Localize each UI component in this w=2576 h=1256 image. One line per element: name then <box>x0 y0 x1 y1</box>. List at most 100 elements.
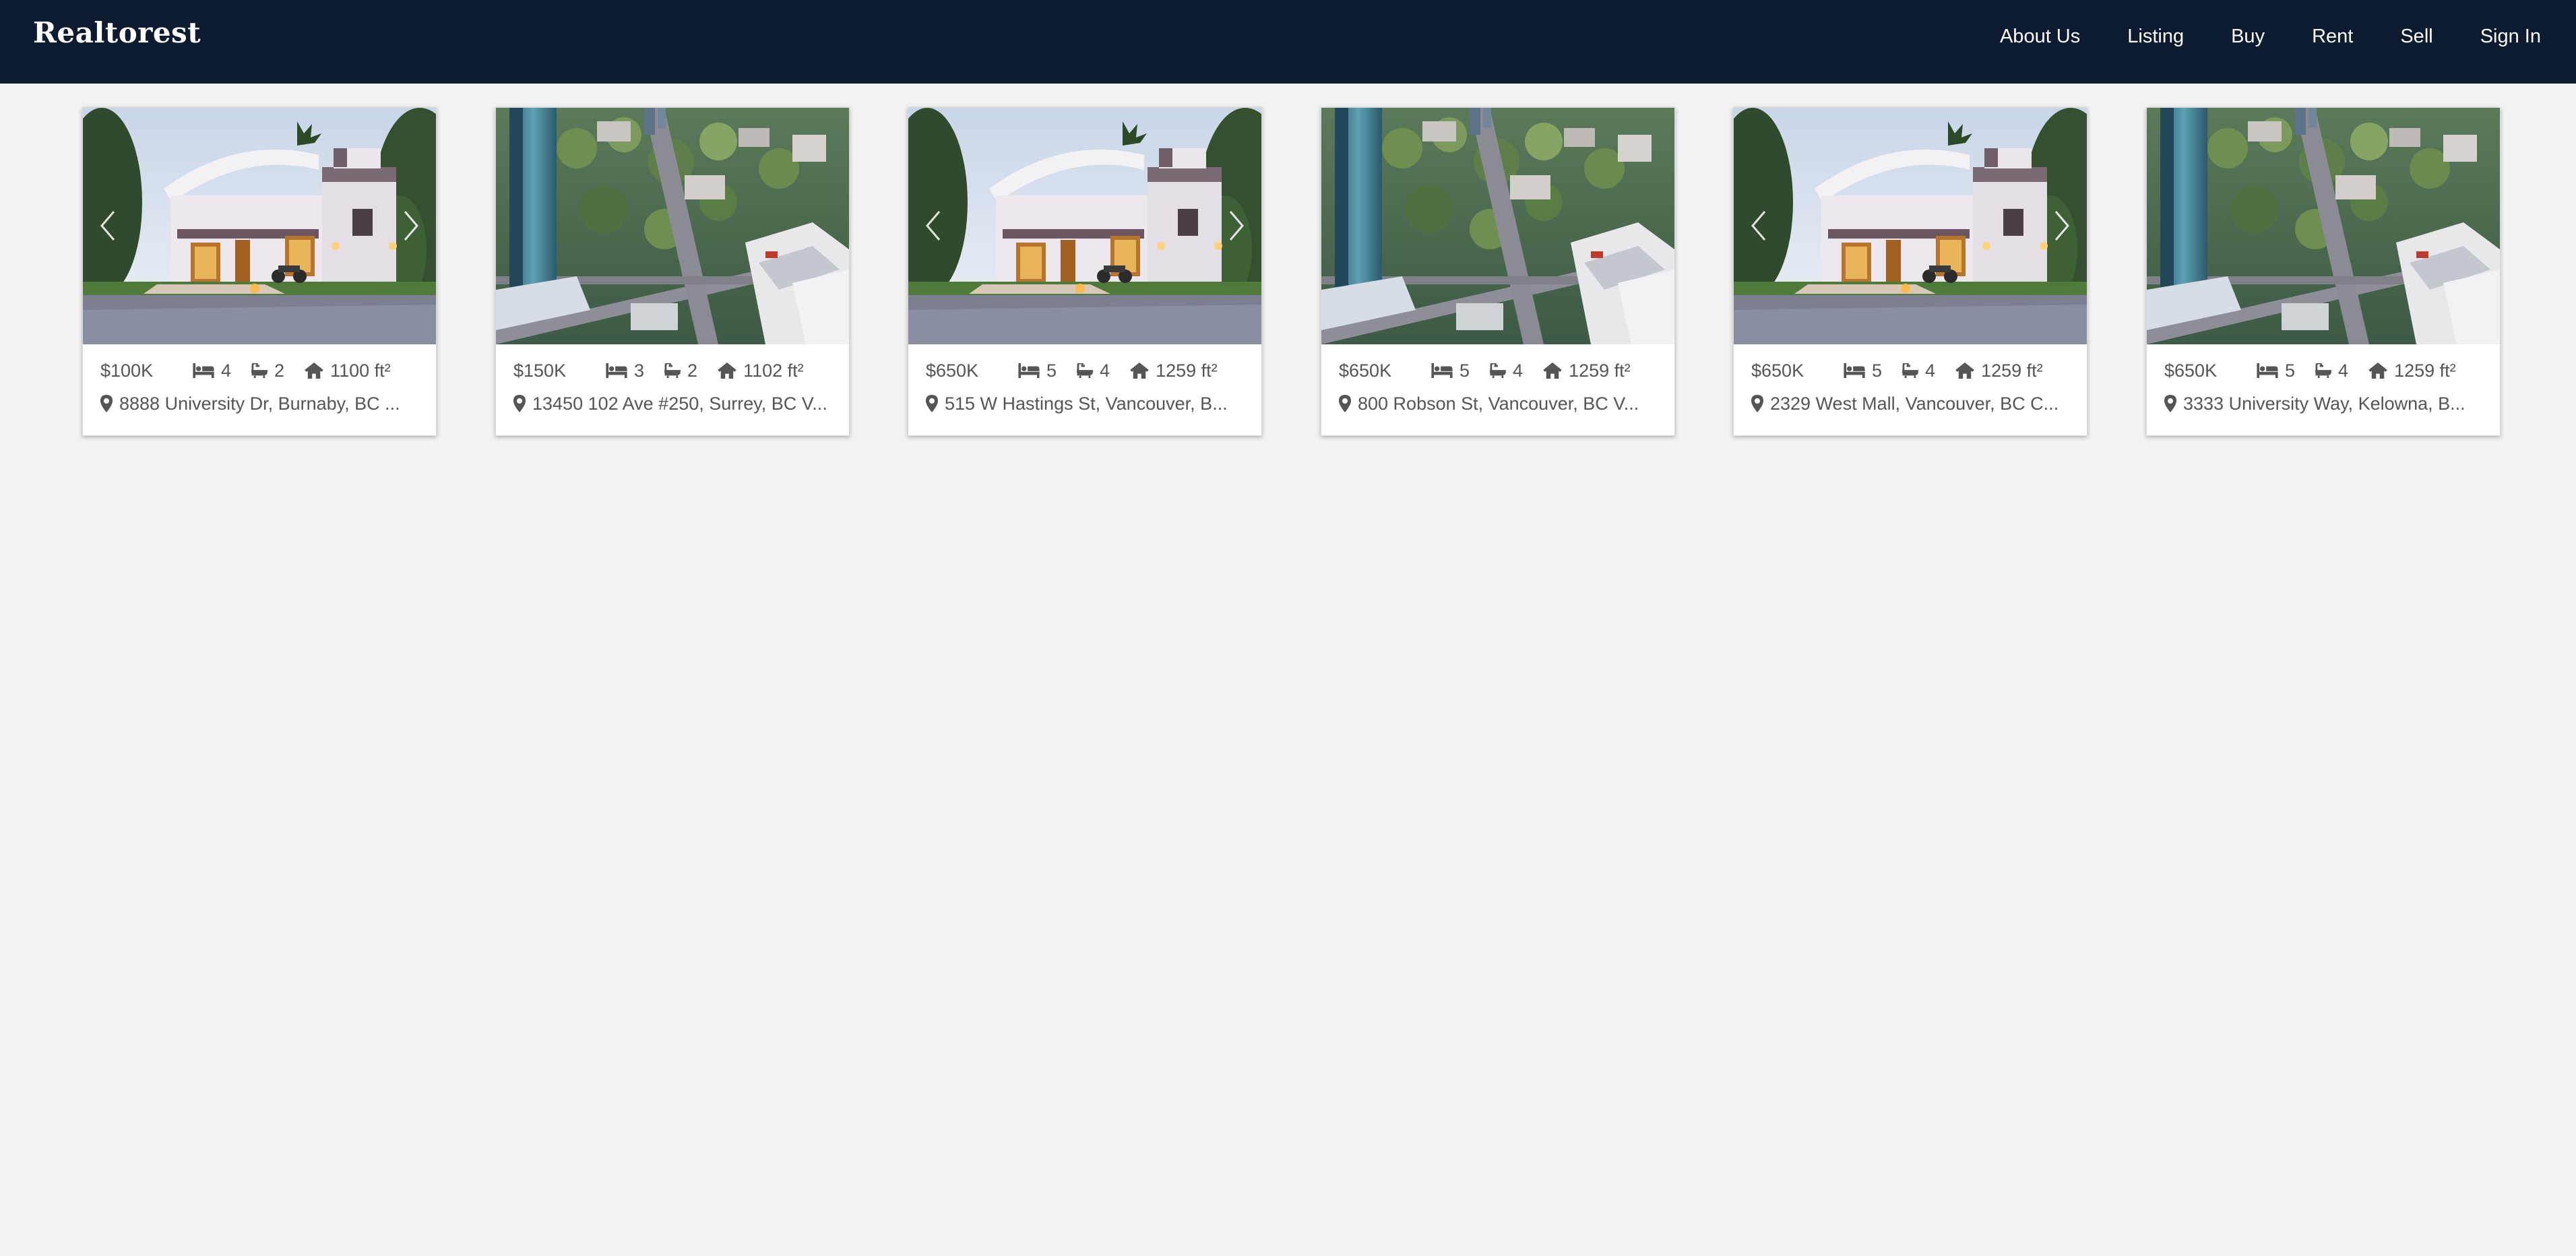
listing-photo[interactable] <box>496 108 849 344</box>
listing-address: 800 Robson St, Vancouver, BC V... <box>1339 391 1662 416</box>
listing-baths: 4 <box>2315 360 2348 381</box>
listing-stats: $650K 5 4 1259 ft² <box>926 358 1249 383</box>
main-nav: About Us Listing Buy Rent Sell Sign In <box>2000 26 2541 48</box>
nav-rent[interactable]: Rent <box>2312 26 2353 48</box>
map-marker-icon <box>513 395 526 412</box>
beds-count: 5 <box>1046 360 1057 381</box>
nav-about-us[interactable]: About Us <box>2000 26 2080 48</box>
home-icon <box>1130 363 1149 379</box>
nav-sell[interactable]: Sell <box>2400 26 2432 48</box>
chevron-right-icon[interactable] <box>397 209 424 243</box>
listing-baths: 4 <box>1077 360 1110 381</box>
bed-icon <box>1844 363 1865 378</box>
bath-icon <box>664 363 681 378</box>
listing-price: $650K <box>2164 360 2218 381</box>
listing-price: $650K <box>1339 360 1392 381</box>
listing-photo[interactable] <box>83 108 436 344</box>
chevron-left-icon[interactable] <box>920 209 947 243</box>
listing-beds: 5 <box>1431 360 1470 381</box>
address-text: 8888 University Dr, Burnaby, BC ... <box>119 393 400 414</box>
listing-beds: 4 <box>193 360 231 381</box>
chevron-right-icon[interactable] <box>2048 209 2075 243</box>
home-icon <box>718 363 736 379</box>
chevron-right-icon[interactable] <box>1222 209 1249 243</box>
listing-price: $150K <box>513 360 567 381</box>
listing-beds: 5 <box>2257 360 2295 381</box>
area-value: 1259 ft² <box>2394 360 2456 381</box>
bath-icon <box>1902 363 1918 378</box>
bath-icon <box>2315 363 2331 378</box>
listing-photo[interactable] <box>1321 108 1674 344</box>
listing-address: 2329 West Mall, Vancouver, BC C... <box>1751 391 2075 416</box>
listing-baths: 2 <box>251 360 284 381</box>
bed-icon <box>193 363 214 378</box>
listing-grid: $100K 4 2 1100 ft² 8888 University Dr, B… <box>0 107 2576 437</box>
listing-stats: $150K 3 2 1102 ft² <box>513 358 837 383</box>
listing-stats: $100K 4 2 1100 ft² <box>100 358 424 383</box>
listing-beds: 3 <box>606 360 644 381</box>
map-marker-icon <box>1339 395 1351 412</box>
bed-icon <box>1018 363 1040 378</box>
area-value: 1259 ft² <box>1981 360 2043 381</box>
home-icon <box>1543 363 1562 379</box>
baths-count: 4 <box>1513 360 1523 381</box>
listing-address: 8888 University Dr, Burnaby, BC ... <box>100 391 424 416</box>
listing-area: 1259 ft² <box>1955 360 2043 381</box>
address-text: 3333 University Way, Kelowna, B... <box>2183 393 2465 414</box>
address-text: 800 Robson St, Vancouver, BC V... <box>1358 393 1639 414</box>
listing-stats: $650K 5 4 1259 ft² <box>1339 358 1662 383</box>
chevron-left-icon[interactable] <box>95 209 122 243</box>
bed-icon <box>1431 363 1453 378</box>
listing-price: $650K <box>926 360 979 381</box>
beds-count: 3 <box>634 360 645 381</box>
bath-icon <box>1490 363 1506 378</box>
bed-icon <box>606 363 627 378</box>
listing-area: 1102 ft² <box>718 360 804 381</box>
baths-count: 4 <box>1925 360 1936 381</box>
area-value: 1259 ft² <box>1156 360 1218 381</box>
address-text: 13450 102 Ave #250, Surrey, BC V... <box>532 393 827 414</box>
listing-baths: 4 <box>1902 360 1935 381</box>
listing-area: 1100 ft² <box>305 360 391 381</box>
listing-area: 1259 ft² <box>2368 360 2456 381</box>
map-marker-icon <box>926 395 938 412</box>
area-value: 1102 ft² <box>743 360 804 381</box>
listing-card[interactable]: $100K 4 2 1100 ft² 8888 University Dr, B… <box>82 107 437 436</box>
listing-card[interactable]: $650K 5 4 1259 ft² 515 W Hastings St, Va… <box>908 107 1262 436</box>
listing-price: $100K <box>100 360 154 381</box>
brand-logo[interactable]: Realtorest <box>33 16 201 49</box>
listing-beds: 5 <box>1844 360 1882 381</box>
address-text: 515 W Hastings St, Vancouver, B... <box>945 393 1228 414</box>
home-icon <box>1955 363 1974 379</box>
listing-photo[interactable] <box>1734 108 2087 344</box>
listing-card[interactable]: $650K 5 4 1259 ft² 800 Robson St, Vancou… <box>1321 107 1675 436</box>
baths-count: 4 <box>1100 360 1110 381</box>
listing-baths: 4 <box>1490 360 1523 381</box>
listing-area: 1259 ft² <box>1543 360 1631 381</box>
listing-baths: 2 <box>664 360 697 381</box>
baths-count: 2 <box>274 360 285 381</box>
listing-photo[interactable] <box>2147 108 2500 344</box>
chevron-left-icon[interactable] <box>1746 209 1773 243</box>
listing-address: 515 W Hastings St, Vancouver, B... <box>926 391 1249 416</box>
area-value: 1100 ft² <box>330 360 391 381</box>
listing-address: 3333 University Way, Kelowna, B... <box>2164 391 2488 416</box>
listing-address: 13450 102 Ave #250, Surrey, BC V... <box>513 391 837 416</box>
listing-area: 1259 ft² <box>1130 360 1218 381</box>
nav-sign-in[interactable]: Sign In <box>2480 26 2541 48</box>
bath-icon <box>1077 363 1093 378</box>
listing-beds: 5 <box>1018 360 1057 381</box>
listing-card[interactable]: $650K 5 4 1259 ft² 3333 University Way, … <box>2146 107 2501 436</box>
nav-listing[interactable]: Listing <box>2127 26 2184 48</box>
listing-stats: $650K 5 4 1259 ft² <box>1751 358 2075 383</box>
map-marker-icon <box>100 395 113 412</box>
area-value: 1259 ft² <box>1569 360 1631 381</box>
listing-card[interactable]: $650K 5 4 1259 ft² 2329 West Mall, Vanco… <box>1733 107 2087 436</box>
listing-card[interactable]: $150K 3 2 1102 ft² 13450 102 Ave #250, S… <box>495 107 850 436</box>
top-navbar: Realtorest About Us Listing Buy Rent Sel… <box>0 0 2576 84</box>
home-icon <box>305 363 323 379</box>
nav-buy[interactable]: Buy <box>2231 26 2265 48</box>
beds-count: 4 <box>221 360 232 381</box>
home-icon <box>2368 363 2387 379</box>
listing-photo[interactable] <box>908 108 1261 344</box>
